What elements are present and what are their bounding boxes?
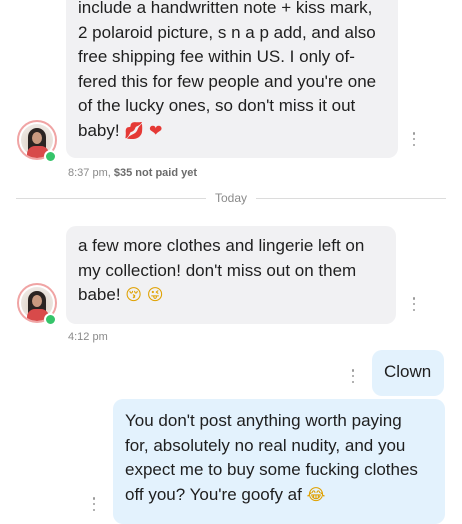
message-line: include a handwritten note + kiss mark,: [78, 0, 373, 17]
message-line: You don't post anything worth paying: [125, 411, 402, 430]
kiss-mark-emoji: 💋: [124, 120, 145, 140]
message-text: Clown: [384, 362, 432, 381]
more-options-icon[interactable]: [412, 297, 416, 311]
message-time: 4:12 pm: [68, 331, 108, 343]
message-meta: 8:37 pm, $35 not paid yet: [68, 167, 197, 179]
message-line: a few more clothes and lingerie left on: [78, 236, 365, 255]
message-line: fered this for few people and you're one: [78, 71, 377, 91]
message-line-last: baby! 💋 ❤: [78, 120, 163, 140]
message-line: free shipping fee within US. I only of-: [78, 47, 355, 66]
tears-of-joy-emoji: 😂: [306, 484, 326, 504]
message-line: 2 polaroid picture, s n a p add, and als…: [78, 22, 376, 42]
red-heart-emoji: ❤: [148, 120, 163, 140]
message-line: expect me to buy some fucking clothes: [125, 460, 418, 479]
message-line: my collection! don't miss out on them: [78, 260, 357, 280]
kissing-face-emoji: 😚: [125, 285, 142, 304]
message-line-last: babe! 😚 😜: [78, 285, 164, 304]
more-options-icon[interactable]: [92, 497, 96, 511]
message-bubble-incoming[interactable]: include a handwritten note + kiss mark, …: [66, 0, 398, 158]
message-bubble-outgoing[interactable]: Clown: [372, 350, 444, 396]
message-line-last: off you? You're goofy af 😂: [125, 484, 326, 504]
message-line: of the lucky ones, so don't miss it out: [78, 96, 356, 115]
message-time: 8:37 pm,: [68, 167, 111, 179]
more-options-icon[interactable]: [351, 369, 355, 383]
message-meta: 4:12 pm: [68, 331, 108, 343]
message-bubble-outgoing[interactable]: You don't post anything worth paying for…: [113, 399, 445, 524]
online-status-dot: [44, 313, 57, 326]
day-divider-label: Today: [0, 191, 462, 205]
online-status-dot: [44, 150, 57, 163]
more-options-icon[interactable]: [412, 132, 416, 146]
message-bubble-incoming[interactable]: a few more clothes and lingerie left on …: [66, 226, 396, 324]
winking-tongue-emoji: 😜: [146, 285, 164, 304]
message-line: for, absolutely no real nudity, and you: [125, 435, 406, 455]
payment-status: $35 not paid yet: [113, 167, 198, 179]
